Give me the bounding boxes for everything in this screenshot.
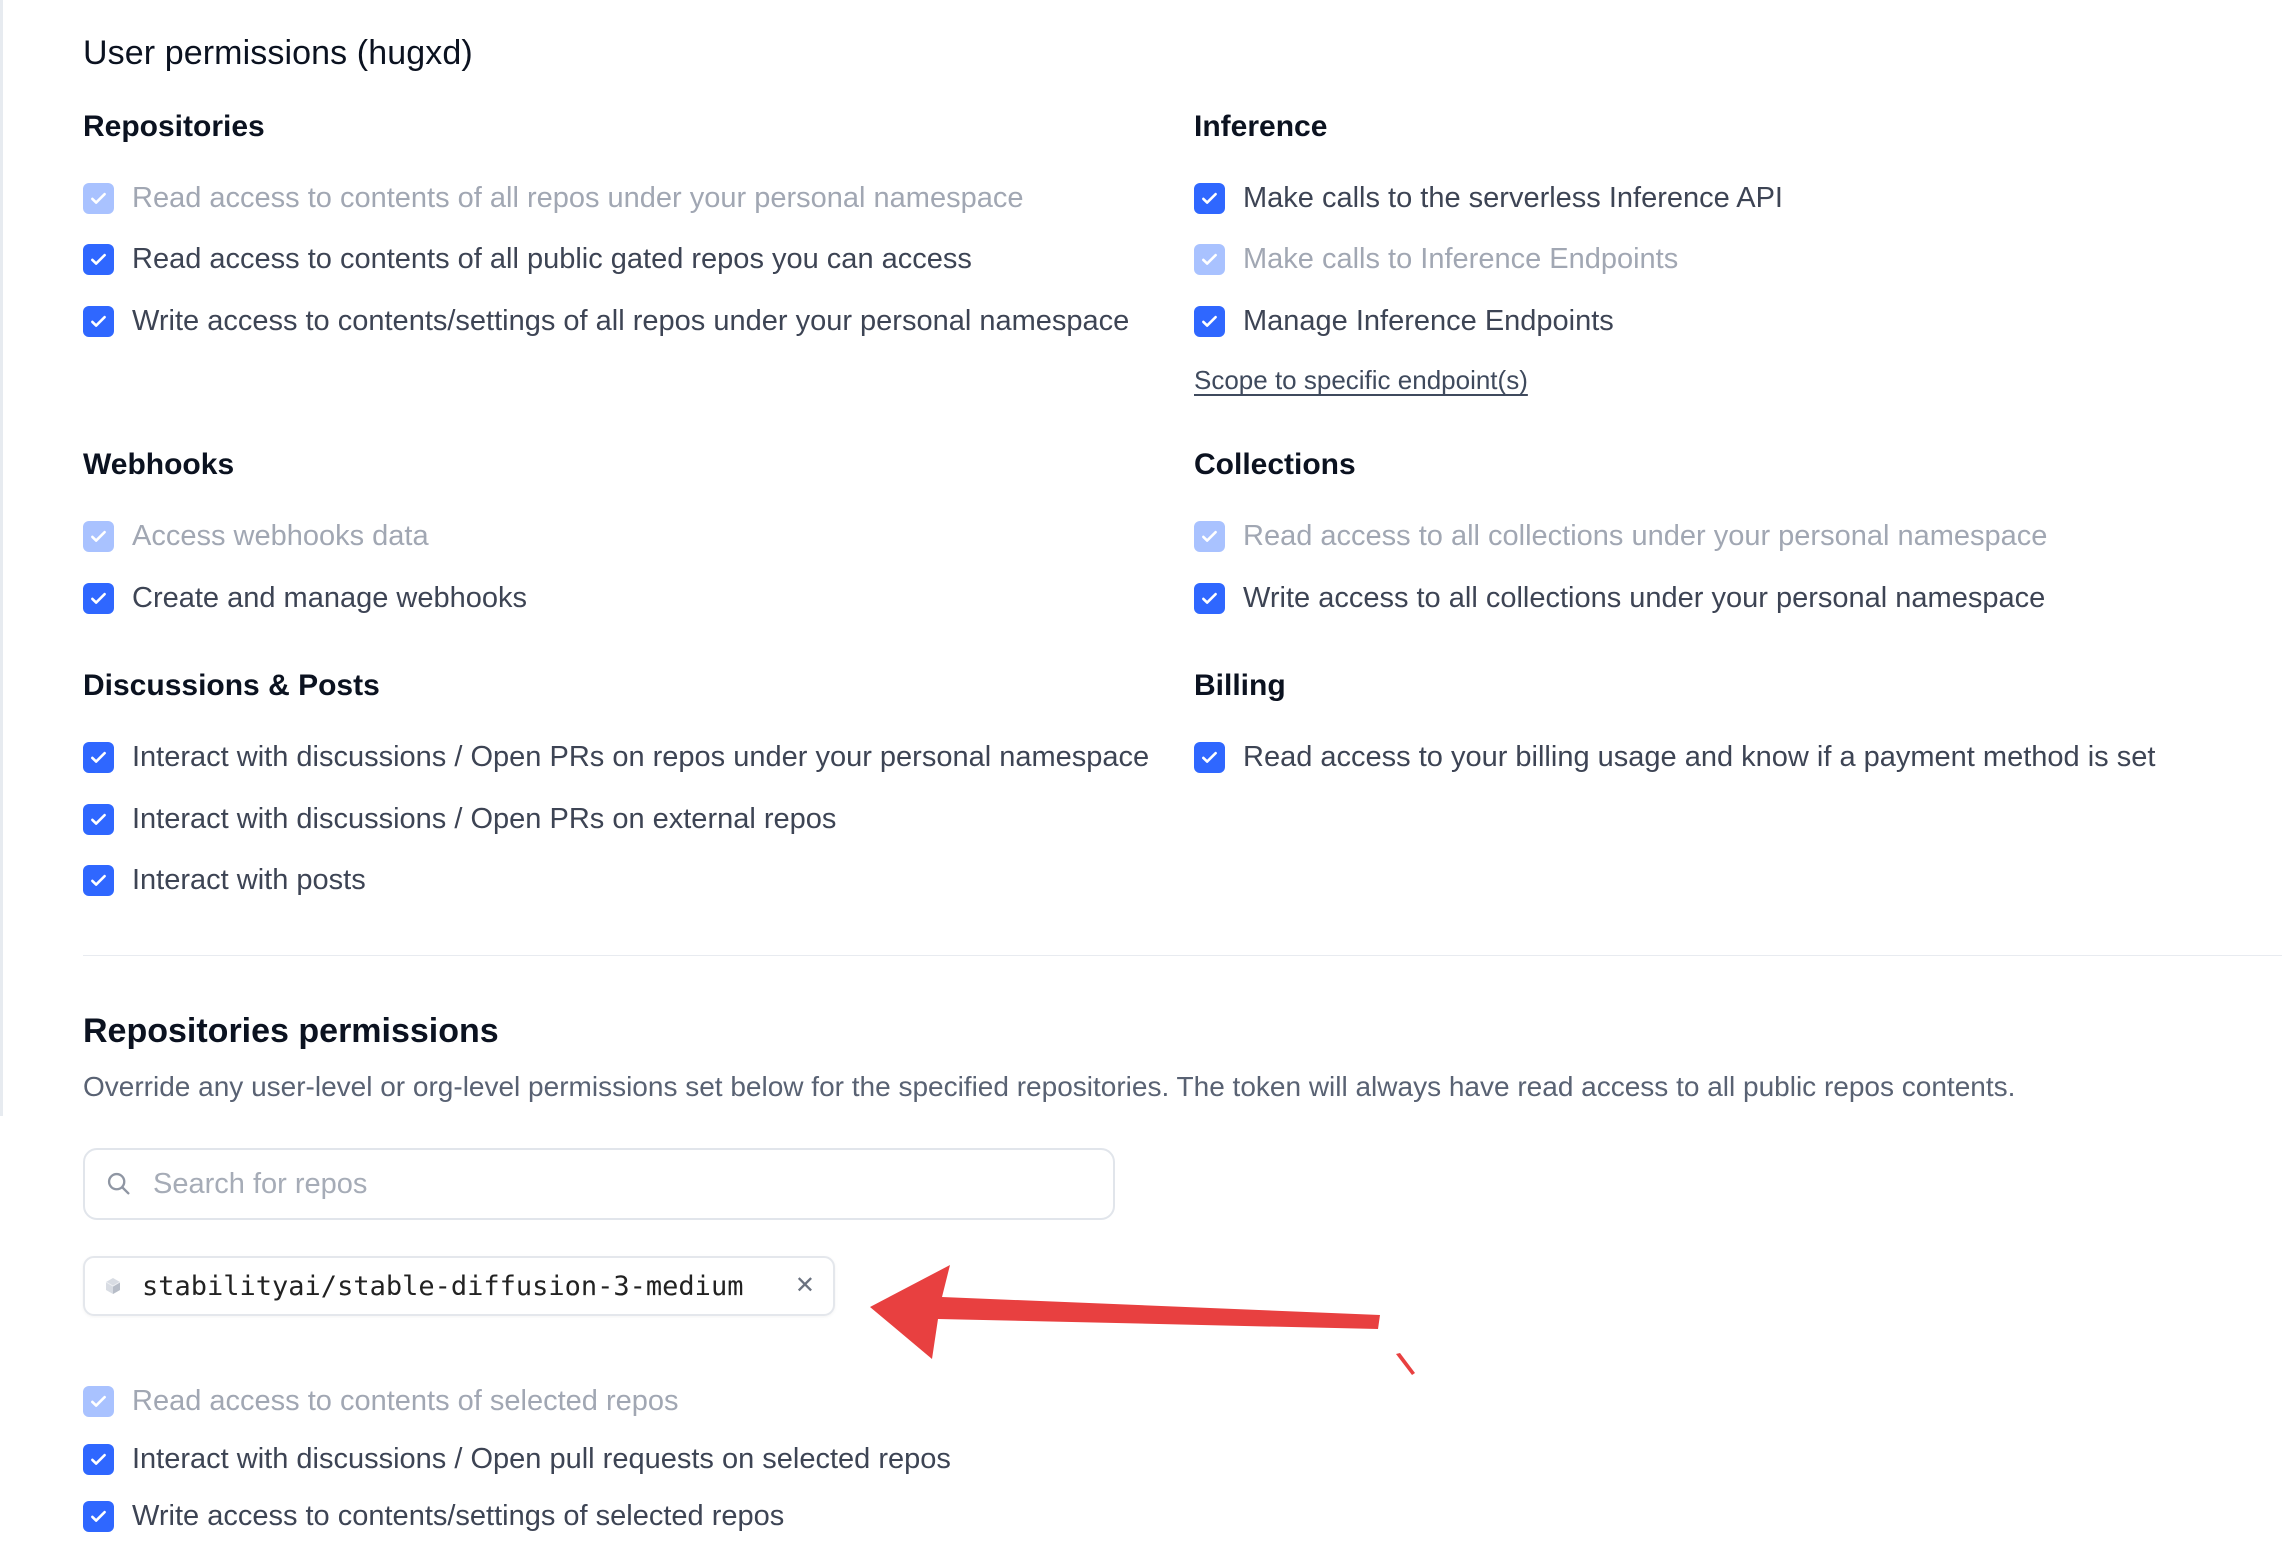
repo-permission-write[interactable]: Write access to contents/settings of sel… bbox=[83, 1499, 784, 1534]
checkbox-checked-disabled-icon[interactable] bbox=[83, 182, 114, 214]
checkbox-checked-icon[interactable] bbox=[83, 305, 114, 337]
selected-repo-chip: stabilityai/stable-diffusion-3-medium ✕ bbox=[83, 1256, 835, 1316]
permission-label: Interact with posts bbox=[132, 864, 366, 896]
checkbox-checked-icon[interactable] bbox=[1194, 582, 1225, 614]
permission-label: Make calls to Inference Endpoints bbox=[1243, 243, 1679, 275]
permission-manage-inference-endpoints[interactable]: Manage Inference Endpoints bbox=[1194, 304, 1614, 339]
permission-label: Write access to all collections under yo… bbox=[1243, 582, 2046, 614]
permission-inference-endpoints[interactable]: Make calls to Inference Endpoints bbox=[1194, 242, 1678, 277]
permission-label: Read access to contents of all public ga… bbox=[132, 243, 972, 275]
checkbox-checked-icon[interactable] bbox=[83, 1443, 114, 1475]
permission-label: Read access to contents of selected repo… bbox=[132, 1385, 679, 1417]
permission-label: Access webhooks data bbox=[132, 520, 429, 552]
remove-repo-icon[interactable]: ✕ bbox=[795, 1274, 815, 1298]
permission-label: Read access to all collections under you… bbox=[1243, 520, 2048, 552]
section-title-webhooks: Webhooks bbox=[83, 448, 235, 481]
selected-repo-name: stabilityai/stable-diffusion-3-medium bbox=[142, 1270, 744, 1302]
checkbox-checked-disabled-icon[interactable] bbox=[1194, 243, 1225, 275]
section-title-collections: Collections bbox=[1194, 448, 1356, 481]
permission-label: Manage Inference Endpoints bbox=[1243, 305, 1614, 337]
permission-label: Create and manage webhooks bbox=[132, 582, 527, 614]
search-input[interactable] bbox=[151, 1166, 1095, 1202]
permission-label: Write access to contents/settings of sel… bbox=[132, 1500, 785, 1532]
checkbox-checked-icon[interactable] bbox=[83, 864, 114, 896]
repo-permissions-description: Override any user-level or org-level per… bbox=[83, 1071, 2016, 1102]
page-title: User permissions (hugxd) bbox=[83, 34, 473, 72]
permission-posts[interactable]: Interact with posts bbox=[83, 863, 366, 898]
left-border bbox=[0, 0, 3, 1116]
permission-label: Interact with discussions / Open pull re… bbox=[132, 1443, 951, 1475]
permission-label: Read access to contents of all repos und… bbox=[132, 182, 1024, 214]
permission-read-gated-repos[interactable]: Read access to contents of all public ga… bbox=[83, 242, 972, 277]
checkbox-checked-icon[interactable] bbox=[83, 803, 114, 835]
checkbox-checked-icon[interactable] bbox=[83, 1500, 114, 1532]
annotation-arrow bbox=[870, 1265, 1415, 1375]
section-divider bbox=[83, 955, 2282, 956]
section-title-discussions: Discussions & Posts bbox=[83, 669, 380, 702]
permission-discussions-personal[interactable]: Interact with discussions / Open PRs on … bbox=[83, 740, 1149, 775]
checkbox-checked-disabled-icon[interactable] bbox=[83, 1385, 114, 1417]
permission-label: Interact with discussions / Open PRs on … bbox=[132, 741, 1150, 773]
permission-webhooks-read[interactable]: Access webhooks data bbox=[83, 519, 429, 554]
section-title-repositories: Repositories bbox=[83, 110, 265, 143]
permission-label: Interact with discussions / Open PRs on … bbox=[132, 803, 837, 835]
checkbox-checked-disabled-icon[interactable] bbox=[1194, 520, 1225, 552]
checkbox-checked-icon[interactable] bbox=[83, 741, 114, 773]
checkbox-checked-icon[interactable] bbox=[1194, 182, 1225, 214]
checkbox-checked-disabled-icon[interactable] bbox=[83, 520, 114, 552]
repo-permission-discussions[interactable]: Interact with discussions / Open pull re… bbox=[83, 1442, 951, 1477]
search-icon bbox=[107, 1172, 130, 1195]
checkbox-checked-icon[interactable] bbox=[83, 243, 114, 275]
repo-permissions-title: Repositories permissions bbox=[83, 1012, 499, 1050]
repo-permission-read[interactable]: Read access to contents of selected repo… bbox=[83, 1384, 678, 1419]
permission-label: Write access to contents/settings of all… bbox=[132, 305, 1130, 337]
permission-collections-read[interactable]: Read access to all collections under you… bbox=[1194, 519, 2047, 554]
section-title-inference: Inference bbox=[1194, 110, 1328, 143]
permission-label: Read access to your billing usage and kn… bbox=[1243, 741, 2156, 773]
permission-billing-read[interactable]: Read access to your billing usage and kn… bbox=[1194, 740, 2155, 775]
repo-cube-icon bbox=[105, 1278, 121, 1294]
permission-webhooks-manage[interactable]: Create and manage webhooks bbox=[83, 581, 527, 616]
checkbox-checked-icon[interactable] bbox=[1194, 305, 1225, 337]
permission-serverless-inference[interactable]: Make calls to the serverless Inference A… bbox=[1194, 181, 1783, 216]
permission-collections-write[interactable]: Write access to all collections under yo… bbox=[1194, 581, 2045, 616]
permission-read-personal-repos[interactable]: Read access to contents of all repos und… bbox=[83, 181, 1023, 216]
scope-endpoints-link[interactable]: Scope to specific endpoint(s) bbox=[1194, 365, 1528, 396]
permission-discussions-external[interactable]: Interact with discussions / Open PRs on … bbox=[83, 802, 836, 837]
section-title-billing: Billing bbox=[1194, 669, 1286, 702]
checkbox-checked-icon[interactable] bbox=[1194, 741, 1225, 773]
checkbox-checked-icon[interactable] bbox=[83, 582, 114, 614]
repo-search-box[interactable] bbox=[83, 1148, 1115, 1220]
permission-label: Make calls to the serverless Inference A… bbox=[1243, 182, 1783, 214]
permission-write-personal-repos[interactable]: Write access to contents/settings of all… bbox=[83, 304, 1129, 339]
